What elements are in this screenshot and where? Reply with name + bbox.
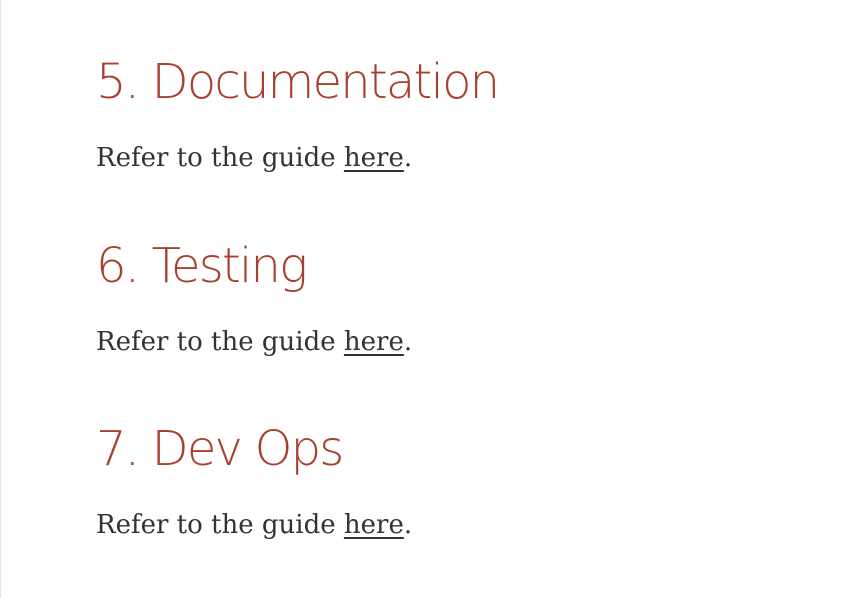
section-paragraph: Refer to the guide here. [96,324,412,360]
paragraph-text: Refer to the guide [96,143,344,173]
section-dev-ops: 7. Dev Ops Refer to the guide here. [96,419,816,540]
documentation-guide-link[interactable]: here [344,143,404,173]
section-testing: 6. Testing Refer to the guide here. [96,236,816,357]
dev-ops-guide-link[interactable]: here [344,510,404,540]
paragraph-punctuation: . [403,143,413,173]
paragraph-text: Refer to the guide [96,327,344,357]
paragraph-punctuation: . [403,327,413,357]
section-documentation: 5. Documentation Refer to the guide here… [96,52,816,173]
section-heading: 6. Testing [96,238,308,294]
paragraph-text: Refer to the guide [96,510,344,540]
left-border [0,0,1,598]
section-heading: 7. Dev Ops [96,421,344,477]
section-paragraph: Refer to the guide here. [96,507,412,543]
paragraph-punctuation: . [403,510,413,540]
section-heading: 5. Documentation [96,54,500,110]
section-paragraph: Refer to the guide here. [96,140,412,176]
testing-guide-link[interactable]: here [344,327,404,357]
